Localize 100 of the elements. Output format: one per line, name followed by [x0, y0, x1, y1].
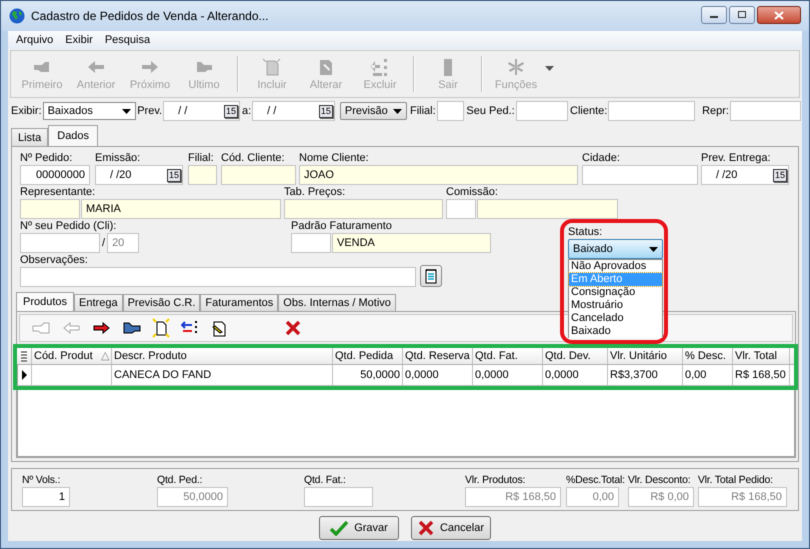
- caret-icon: [122, 108, 132, 114]
- billing-pattern-field[interactable]: VENDA: [332, 233, 491, 253]
- date-field[interactable]: / /20 15: [701, 165, 789, 185]
- cancel-button[interactable]: Cancelar: [411, 516, 491, 540]
- total-field[interactable]: R$ 0,00: [628, 486, 694, 506]
- total-field[interactable]: 0,00: [566, 486, 619, 506]
- total-field[interactable]: 50,0000: [157, 486, 228, 506]
- column-header[interactable]: Descr. Produto: [112, 348, 333, 364]
- tab[interactable]: Produtos: [16, 292, 74, 311]
- client-field[interactable]: [608, 101, 696, 121]
- caret-icon: [393, 108, 402, 114]
- field-label: Representante:: [20, 185, 96, 199]
- column-header[interactable]: Qtd. Fat.: [473, 348, 543, 364]
- tab[interactable]: Obs. Internas / Motivo: [278, 294, 396, 311]
- globe-icon: [9, 8, 25, 24]
- commission-field[interactable]: [446, 199, 476, 219]
- branch-field[interactable]: [436, 101, 464, 121]
- save-button[interactable]: Gravar: [319, 516, 399, 540]
- total-field[interactable]: R$ 168,50: [698, 486, 787, 506]
- commission-rate-field[interactable]: [477, 199, 618, 219]
- branch-field[interactable]: [188, 165, 217, 185]
- minimize-button[interactable]: [701, 6, 727, 24]
- field-label: Filial:: [188, 151, 215, 165]
- table-cell: R$3,3700: [608, 365, 683, 385]
- field-label: Vlr. Produtos:: [465, 472, 526, 486]
- date-type-dropdown[interactable]: Previsão: [340, 102, 407, 120]
- dropdown-option[interactable]: Baixado: [569, 325, 662, 338]
- display-dropdown[interactable]: Baixados: [42, 102, 136, 120]
- column-header[interactable]: Qtd. Reserva: [403, 348, 473, 364]
- table-cell: 0,0000: [403, 365, 473, 385]
- tools-icon: [505, 57, 527, 77]
- edit-document-icon[interactable]: [210, 319, 228, 337]
- calendar-button[interactable]: 15: [318, 104, 333, 118]
- total-field[interactable]: R$ 168,50: [465, 486, 561, 506]
- client-name-field[interactable]: JOAO: [299, 165, 578, 185]
- tab[interactable]: Lista: [11, 128, 48, 146]
- menu-item[interactable]: Exibir: [59, 34, 99, 46]
- tab[interactable]: Previsão C.R.: [122, 294, 200, 311]
- status-dropdown[interactable]: Baixado: [568, 239, 663, 259]
- client-code-field[interactable]: [221, 165, 296, 185]
- column-header[interactable]: Qtd. Pedida: [333, 348, 403, 364]
- close-button[interactable]: [757, 6, 801, 24]
- dropdown-option[interactable]: Consignação: [569, 286, 662, 299]
- separator-text: /: [101, 237, 106, 249]
- field-label: Tab. Preços:: [284, 185, 346, 199]
- calendar-button[interactable]: 15: [772, 168, 787, 182]
- delete-icon[interactable]: [285, 320, 301, 336]
- field-label: %Desc.Total:: [566, 472, 625, 486]
- tab[interactable]: Entrega: [74, 294, 123, 311]
- field-label: Emissão:: [95, 151, 142, 165]
- date-field[interactable]: / / 15: [163, 101, 240, 121]
- calendar-button[interactable]: 15: [224, 104, 238, 118]
- column-header[interactable]: % Desc.: [683, 348, 733, 364]
- field-label: Vlr. Desconto:: [628, 472, 692, 486]
- column-header[interactable]: Cód. Produt △: [32, 348, 112, 364]
- notepad-button[interactable]: [420, 265, 442, 287]
- x-icon: [418, 520, 434, 536]
- right-arrow-icon[interactable]: [92, 322, 110, 334]
- menu-item[interactable]: Arquivo: [10, 34, 60, 46]
- field-label: Cidade:: [582, 151, 621, 165]
- table-cell: R$ 168,50: [733, 365, 790, 385]
- menu-item[interactable]: Pesquisa: [98, 34, 156, 46]
- city-field[interactable]: [582, 165, 698, 185]
- price-table-field[interactable]: [284, 199, 443, 219]
- rep-field[interactable]: [730, 101, 802, 121]
- tab[interactable]: Faturamentos: [200, 294, 278, 311]
- hand-icon[interactable]: [121, 321, 141, 335]
- field-label: Nº Vols.:: [22, 472, 62, 486]
- total-field[interactable]: [304, 486, 373, 506]
- checkmark-icon: [330, 520, 348, 536]
- field-label: Padrão Faturamento: [291, 219, 393, 233]
- column-header[interactable]: Vlr. Total: [733, 348, 790, 364]
- table-cell: 0,00: [683, 365, 733, 385]
- column-header[interactable]: Qtd. Dev.: [543, 348, 608, 364]
- calendar-button[interactable]: 15: [166, 168, 181, 182]
- order-number-field[interactable]: 00000000: [20, 165, 90, 185]
- filter-label: Seu Ped.:: [465, 105, 516, 117]
- caret-icon[interactable]: [545, 66, 554, 70]
- close-icon: [774, 10, 784, 20]
- date-field[interactable]: / /20 15: [95, 165, 183, 185]
- column-header[interactable]: Vlr. Unitário: [608, 348, 683, 364]
- dropdown-option[interactable]: Cancelado: [569, 312, 662, 325]
- filter-label: Cliente:: [569, 105, 608, 117]
- tab[interactable]: Dados: [48, 125, 98, 146]
- dropdown-option[interactable]: Mostruário: [569, 299, 662, 312]
- notes-field[interactable]: [20, 267, 416, 287]
- maximize-button[interactable]: [729, 6, 755, 24]
- left-arrow-icon[interactable]: [63, 322, 81, 334]
- rep-name-field[interactable]: MARIA: [81, 199, 281, 219]
- total-field[interactable]: 1: [22, 486, 70, 506]
- dropdown-option[interactable]: Não Aprovados: [569, 260, 662, 273]
- order-field[interactable]: [516, 101, 568, 121]
- split-arrow-icon[interactable]: [181, 320, 199, 336]
- date-field[interactable]: / / 15: [252, 101, 335, 121]
- client-order-field[interactable]: [20, 233, 100, 253]
- year-field[interactable]: 20: [107, 233, 139, 253]
- billing-code-field[interactable]: [291, 233, 331, 253]
- filter-label: Filial:: [409, 105, 437, 117]
- new-document-icon[interactable]: [152, 318, 170, 338]
- rep-code-field[interactable]: [20, 199, 80, 219]
